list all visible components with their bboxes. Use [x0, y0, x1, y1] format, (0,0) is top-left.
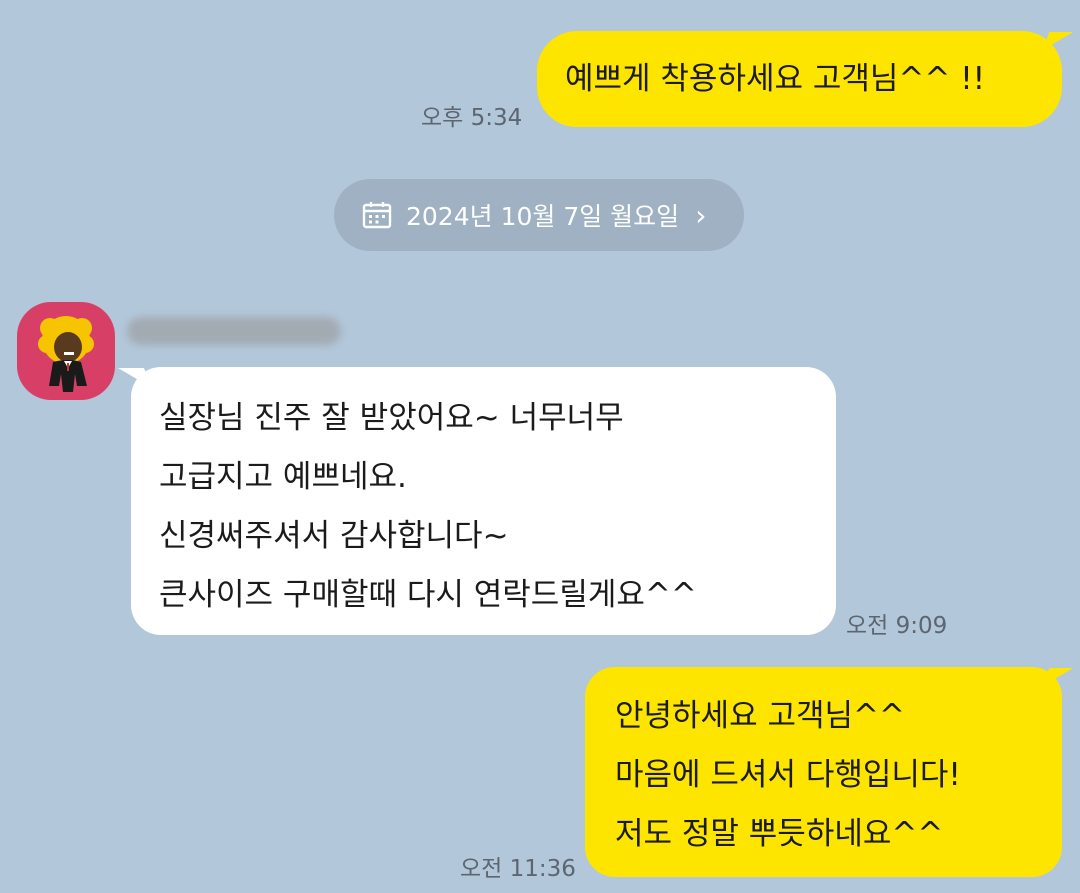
message-timestamp: 오후 5:34 — [421, 105, 523, 131]
date-divider-label: 2024년 10월 7일 월요일 — [406, 202, 680, 231]
date-divider-button[interactable]: 2024년 10월 7일 월요일 › — [334, 179, 744, 251]
calendar-icon — [362, 202, 392, 229]
outgoing-message-bubble[interactable]: 안녕하세요 고객님^^ 마음에 드셔서 다행입니다! 저도 정말 뿌듯하네요^^ — [585, 667, 1062, 877]
character-avatar-icon — [38, 316, 94, 392]
outgoing-message-bubble[interactable]: 예쁘게 착용하세요 고객님^^ !! — [537, 31, 1062, 127]
incoming-message-bubble[interactable]: 실장님 진주 잘 받았어요~ 너무너무 고급지고 예쁘네요. 신경써주셔서 감사… — [131, 367, 836, 635]
message-timestamp: 오전 11:36 — [460, 856, 576, 882]
sender-name-redacted — [127, 317, 341, 345]
sender-avatar[interactable] — [17, 302, 115, 400]
chevron-right-icon: › — [695, 198, 707, 232]
message-timestamp: 오전 9:09 — [846, 613, 948, 639]
